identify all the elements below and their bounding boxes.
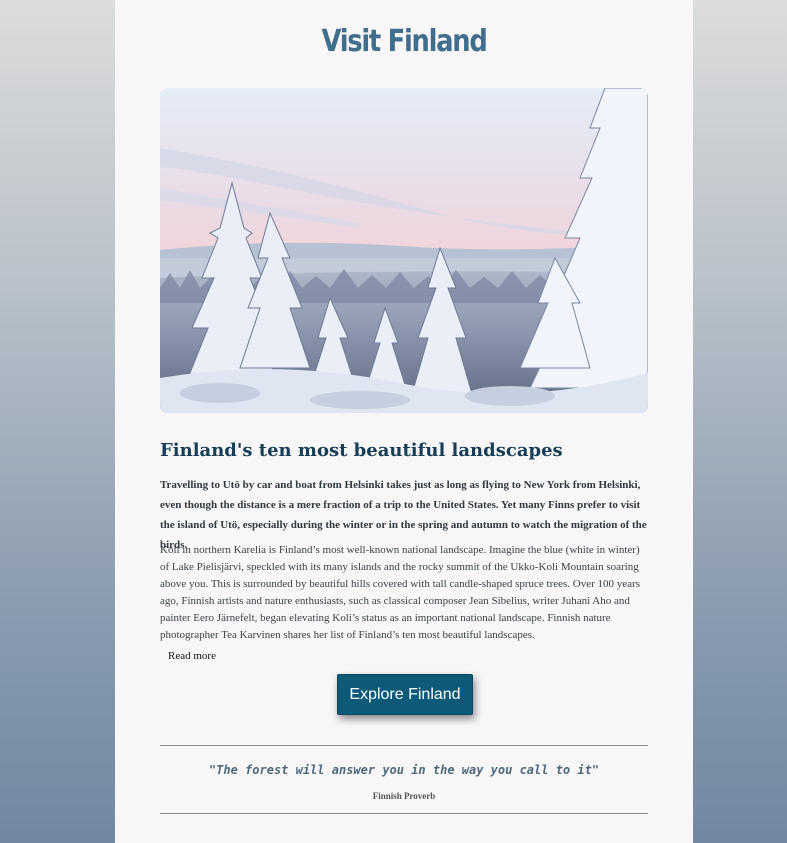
proverb-quote: "The forest will answer you in the way y…	[208, 763, 600, 777]
explore-finland-button[interactable]: Explore Finland	[337, 674, 473, 715]
article-body: Koli in northern Karelia is Finland’s mo…	[160, 544, 640, 641]
divider-top	[160, 745, 648, 746]
article-heading: Finland's ten most beautiful landscapes	[160, 440, 563, 461]
proverb-source: Finnish Proverb	[372, 791, 436, 801]
page-title: Visit Finland	[321, 24, 487, 59]
hero-image	[160, 88, 648, 413]
read-more-link[interactable]: Read more	[168, 650, 216, 662]
email-card: Visit Finland Finland's ten most beautif…	[115, 0, 693, 843]
divider-bottom	[160, 813, 648, 814]
